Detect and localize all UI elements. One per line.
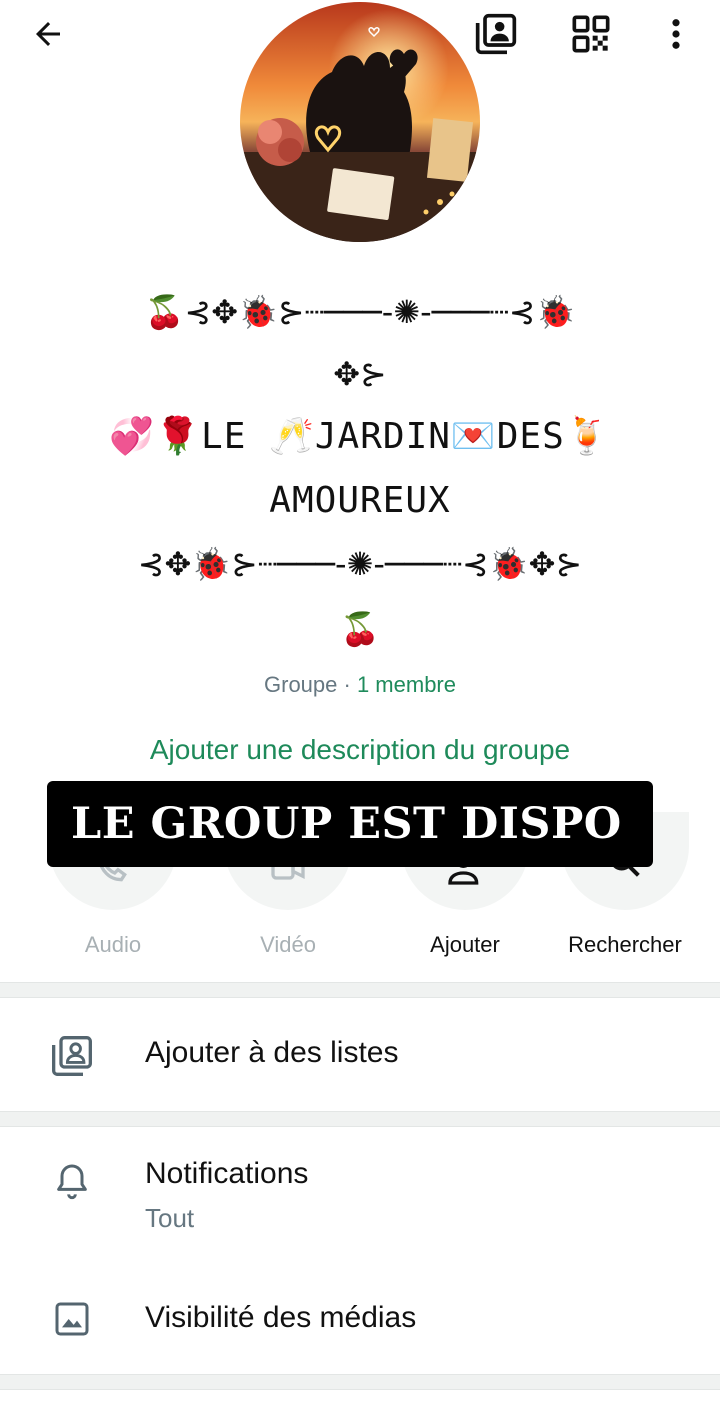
notifications-row[interactable]: Notifications Tout <box>0 1127 720 1257</box>
section-divider <box>0 1111 720 1127</box>
notifications-label: Notifications <box>145 1157 309 1190</box>
group-name-line: 🍒 <box>340 610 380 648</box>
image-icon <box>48 1295 96 1343</box>
section-divider <box>0 982 720 998</box>
bell-icon <box>48 1157 96 1205</box>
group-info-screen: 🍒⊰✥🐞⊱┈───-✺-───┈⊰🐞 ✥⊱ 💞🌹LE 🥂JARDIN💌DES🍹 … <box>0 0 720 1412</box>
media-visibility-label: Visibilité des médias <box>145 1301 417 1334</box>
group-name-line: ✥⊱ <box>333 355 387 393</box>
back-button[interactable] <box>22 12 74 56</box>
notifications-value: Tout <box>145 1203 195 1233</box>
group-name-line: 🍒⊰✥🐞⊱┈───-✺-───┈⊰🐞 <box>144 293 576 331</box>
contact-lists-icon <box>475 13 517 55</box>
add-to-lists-row[interactable]: Ajouter à des listes <box>0 998 720 1111</box>
qr-code-icon <box>572 15 610 53</box>
add-description-link[interactable]: Ajouter une description du groupe <box>0 734 720 766</box>
add-to-lists-label: Ajouter à des listes <box>145 1036 399 1069</box>
audio-label: Audio <box>84 932 142 957</box>
arrow-left-icon <box>36 22 60 46</box>
overlay-sticker-text: LE GROUP EST DISPO <box>47 781 653 867</box>
more-vertical-icon <box>672 19 680 49</box>
lists-button[interactable] <box>470 10 522 58</box>
more-options-button[interactable] <box>652 10 700 58</box>
group-name-line: 💞🌹LE 🥂JARDIN💌DES🍹 <box>109 416 611 457</box>
members-count-link[interactable]: 1 membre <box>357 672 456 697</box>
search-label: Rechercher <box>568 932 682 957</box>
avatar-photo <box>240 2 480 242</box>
group-name-line: ⊰✥🐞⊱┈───-✺-───┈⊰🐞✥⊱ <box>137 545 583 583</box>
video-label: Vidéo <box>260 932 316 957</box>
meta-separator: · <box>337 672 357 697</box>
add-label: Ajouter <box>430 932 500 957</box>
contact-lists-icon <box>48 1032 96 1080</box>
group-name[interactable]: 🍒⊰✥🐞⊱┈───-✺-───┈⊰🐞 ✥⊱ 💞🌹LE 🥂JARDIN💌DES🍹 … <box>20 280 700 662</box>
qr-code-button[interactable] <box>565 10 617 58</box>
group-type-label: Groupe <box>264 672 338 697</box>
group-name-line: AMOUREUX <box>269 480 451 521</box>
group-meta: Groupe · 1 membre <box>0 672 720 698</box>
group-avatar[interactable] <box>240 2 480 242</box>
media-visibility-row[interactable]: Visibilité des médias <box>0 1257 720 1374</box>
section-divider <box>0 1374 720 1390</box>
